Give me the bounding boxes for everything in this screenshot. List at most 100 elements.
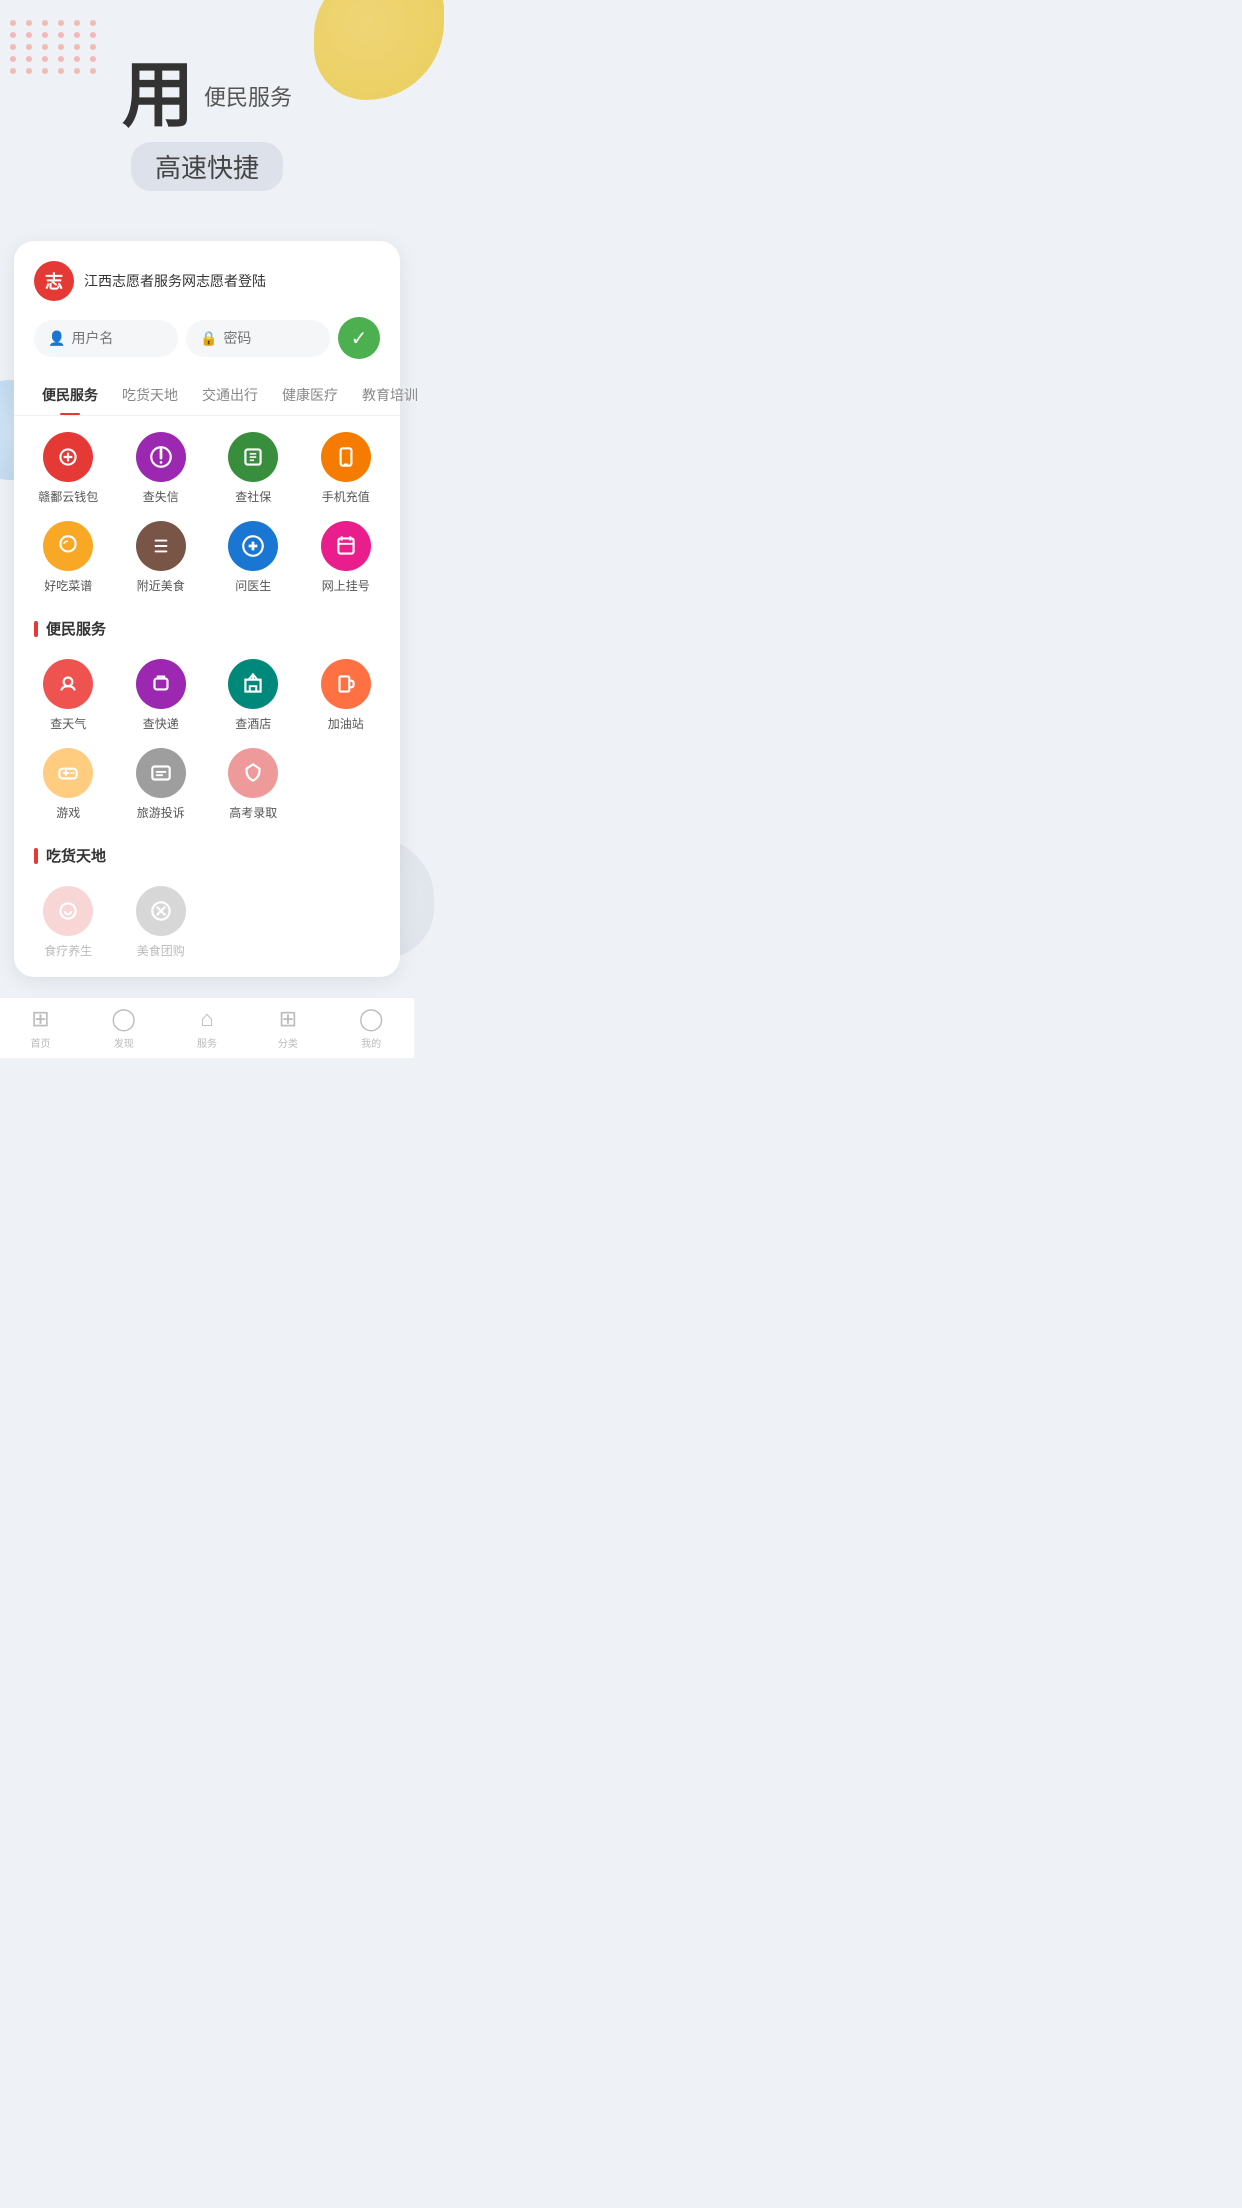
service-icon: ⌂ [200,1006,213,1032]
nav-discover-label: 发现 [114,1035,134,1050]
bottom-nav: ⊞ 首页 ◯ 发现 ⌂ 服务 ⊞ 分类 ◯ 我的 [0,997,414,1058]
hero-char: 用 [122,60,194,132]
home-icon: ⊞ [31,1006,49,1032]
doctor-label: 问医生 [235,577,271,594]
weather-label: 查天气 [50,715,86,732]
gaokao-label: 高考录取 [229,804,277,821]
service-item-game[interactable]: 游戏 [22,748,115,821]
lock-icon: 🔒 [200,330,217,347]
weather-icon [43,659,93,709]
recharge-label: 手机充值 [322,488,370,505]
complaint-icon [136,748,186,798]
credit-icon [136,432,186,482]
service-item-weather[interactable]: 查天气 [22,659,115,732]
hotel-label: 查酒店 [235,715,271,732]
tab-biminservice[interactable]: 便民服务 [30,375,110,415]
tab-education[interactable]: 教育培训 [350,375,430,415]
nearby-icon [136,521,186,571]
tab-health[interactable]: 健康医疗 [270,375,350,415]
nav-mine-label: 我的 [361,1035,381,1050]
password-input-wrap: 🔒 [186,320,330,357]
hotel-icon [228,659,278,709]
service-grid-2: 查天气 查快递 查酒店 加油站 游戏 [14,643,400,829]
complaint-label: 旅游投诉 [137,804,185,821]
user-icon: 👤 [48,330,65,347]
nav-mine[interactable]: ◯ 我的 [359,1006,384,1050]
service-item-wallet[interactable]: 赣鄱云钱包 [22,432,115,505]
wallet-label: 赣鄱云钱包 [38,488,98,505]
service-item-complaint[interactable]: 旅游投诉 [115,748,208,821]
checkmark-icon: ✓ [351,326,368,351]
service-item-diethealth[interactable]: 食疗养生 [22,886,115,959]
recipe-label: 好吃菜谱 [44,577,92,594]
nav-category-label: 分类 [278,1035,298,1050]
appointment-label: 网上挂号 [322,577,370,594]
section-biminservice: 便民服务 [14,602,400,643]
service-grid-1: 赣鄱云钱包 查失信 查社保 手机充值 好吃菜谱 [14,416,400,602]
login-logo: 志 [34,261,74,301]
login-logo-text: 志 [45,268,63,294]
credit-label: 查失信 [143,488,179,505]
password-input[interactable] [223,330,316,346]
service-item-social[interactable]: 查社保 [207,432,300,505]
service-item-credit[interactable]: 查失信 [115,432,208,505]
groupbuy-icon [136,886,186,936]
service-item-groupbuy[interactable]: 美食团购 [115,886,208,959]
section-bar [34,621,38,637]
game-icon [43,748,93,798]
game-label: 游戏 [56,804,80,821]
service-item-appointment[interactable]: 网上挂号 [300,521,393,594]
groupbuy-label: 美食团购 [137,942,185,959]
wallet-icon [43,432,93,482]
service-item-gas[interactable]: 加油站 [300,659,393,732]
nearby-label: 附近美食 [137,577,185,594]
service-item-recipe[interactable]: 好吃菜谱 [22,521,115,594]
main-card: 志 江西志愿者服务网志愿者登陆 👤 🔒 ✓ 便民服务 吃货天地 交通出行 健康医… [14,241,400,977]
gas-icon [321,659,371,709]
login-title: 江西志愿者服务网志愿者登陆 [84,271,266,291]
gaokao-icon [228,748,278,798]
service-item-doctor[interactable]: 问医生 [207,521,300,594]
express-label: 查快递 [143,715,179,732]
nav-discover[interactable]: ◯ 发现 [111,1006,136,1050]
section-title-bimin: 便民服务 [46,618,106,639]
tab-chihuo[interactable]: 吃货天地 [110,375,190,415]
service-item-recharge[interactable]: 手机充值 [300,432,393,505]
discover-icon: ◯ [111,1006,136,1032]
login-button[interactable]: ✓ [338,317,380,359]
social-icon [228,432,278,482]
doctor-icon [228,521,278,571]
category-icon: ⊞ [279,1006,297,1032]
tab-traffic[interactable]: 交通出行 [190,375,270,415]
hero-tagline: 高速快捷 [131,142,283,191]
nav-category[interactable]: ⊞ 分类 [278,1006,298,1050]
nav-home[interactable]: ⊞ 首页 [30,1006,50,1050]
mine-icon: ◯ [359,1006,384,1032]
hero-title: 用 便民服务 [30,60,384,132]
gas-label: 加油站 [328,715,364,732]
diethealth-label: 食疗养生 [44,942,92,959]
section-title-chihuo: 吃货天地 [46,845,106,866]
login-fields: 👤 🔒 ✓ [14,317,400,375]
hero-section: 用 便民服务 高速快捷 [0,0,414,221]
appointment-icon [321,521,371,571]
diethealth-icon [43,886,93,936]
service-item-nearby[interactable]: 附近美食 [115,521,208,594]
recharge-icon [321,432,371,482]
express-icon [136,659,186,709]
social-label: 查社保 [235,488,271,505]
tabs-bar: 便民服务 吃货天地 交通出行 健康医疗 教育培训 [14,375,400,416]
nav-service[interactable]: ⌂ 服务 [197,1006,217,1050]
service-grid-3: 食疗养生 美食团购 [14,870,400,967]
nav-service-label: 服务 [197,1035,217,1050]
hero-tagline-wrap: 高速快捷 [30,142,384,191]
service-item-express[interactable]: 查快递 [115,659,208,732]
login-section: 志 江西志愿者服务网志愿者登陆 [14,261,400,317]
username-input-wrap: 👤 [34,320,178,357]
username-input[interactable] [71,330,164,346]
hero-subtitle: 便民服务 [204,80,292,112]
nav-home-label: 首页 [30,1035,50,1050]
service-item-gaokao[interactable]: 高考录取 [207,748,300,821]
recipe-icon [43,521,93,571]
service-item-hotel[interactable]: 查酒店 [207,659,300,732]
